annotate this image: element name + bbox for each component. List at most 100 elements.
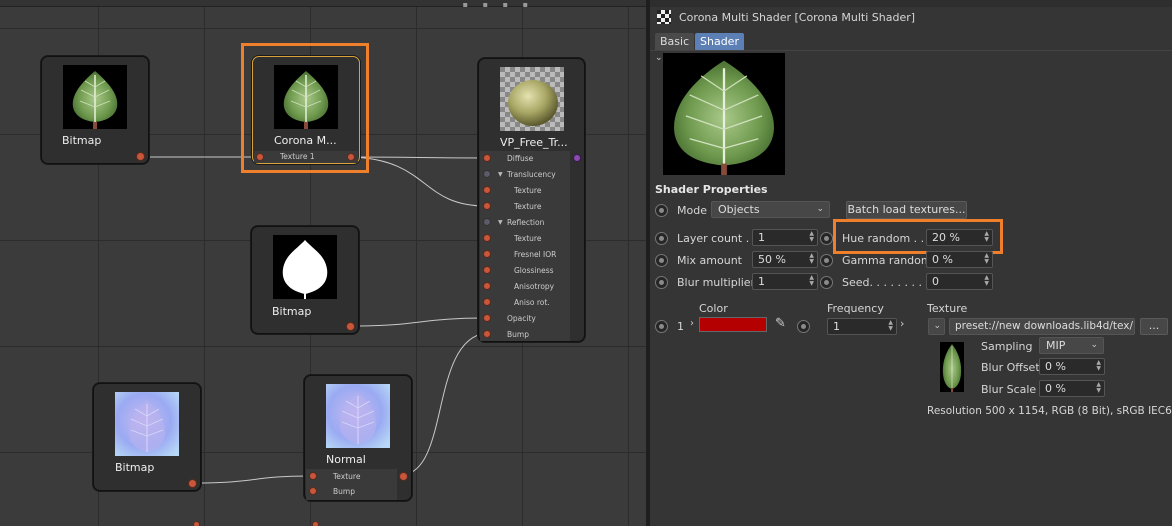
blur-multiplier-keyframe-toggle[interactable] [655, 276, 668, 289]
hue-random-field[interactable]: 20 % ▲ ▼ [926, 229, 993, 246]
collapse-chevron-icon[interactable]: ⌄ [655, 53, 663, 63]
mix-amount-keyframe-toggle[interactable] [655, 254, 668, 267]
color-swatch[interactable] [699, 317, 767, 332]
seed-keyframe-toggle[interactable] [820, 276, 833, 289]
sampling-dropdown[interactable]: MIP ⌄ [1039, 337, 1104, 354]
color-column-label: Color [699, 302, 728, 315]
blur-scale-field[interactable]: 0 % ▲ ▼ [1039, 380, 1105, 397]
port-bump[interactable]: Bump [306, 484, 397, 499]
chevron-down-icon: ⌄ [933, 321, 941, 331]
output-port[interactable] [346, 322, 355, 331]
attribute-panel: Corona Multi Shader [Corona Multi Shader… [650, 0, 1172, 526]
layer-index: 1 [677, 320, 684, 333]
port-anisotropy[interactable]: Anisotropy [480, 279, 570, 295]
port-opacity[interactable]: Opacity [480, 311, 570, 327]
leaf-thumbnail [274, 65, 338, 129]
resolution-info: Resolution 500 x 1154, RGB (8 Bit), sRGB… [927, 405, 1172, 417]
gamma-random-keyframe-toggle[interactable] [820, 254, 833, 267]
texture-column-label: Texture [927, 302, 968, 315]
material-output-port[interactable] [573, 154, 581, 162]
texture-browse-button[interactable]: ... [1140, 318, 1168, 335]
port-reflection-texture[interactable]: Texture [480, 231, 570, 247]
corona-multi-shader-node[interactable]: Corona M... Texture 1 [252, 56, 360, 164]
port-label: Texture 1 [280, 152, 315, 161]
chevron-down-icon: ⌄ [816, 204, 824, 214]
bitmap-node-alpha[interactable]: Bitmap [251, 226, 359, 334]
expand-arrow-icon[interactable]: › [900, 317, 904, 330]
expand-arrow-icon[interactable]: › [690, 318, 694, 329]
partial-port [312, 521, 319, 526]
gamma-random-field[interactable]: 0 % ▲ ▼ [926, 251, 993, 268]
normal-node[interactable]: Normal Texture Bump [304, 375, 412, 501]
section-title: Shader Properties [655, 183, 768, 196]
hue-random-keyframe-toggle[interactable] [820, 232, 833, 245]
blur-multiplier-field[interactable]: 1 ▲ ▼ [752, 273, 818, 290]
output-port[interactable] [347, 153, 355, 161]
sampling-label: Sampling [981, 340, 1033, 353]
output-port[interactable] [188, 479, 197, 488]
mode-dropdown[interactable]: Objects ⌄ [711, 201, 830, 218]
node-title: VP_Free_Tr... [500, 136, 568, 149]
chevron-down-icon: ⌄ [1090, 340, 1098, 350]
bitmap-node-leaf[interactable]: Bitmap [41, 56, 149, 164]
color-keyframe-toggle[interactable] [797, 320, 810, 333]
shader-preview [663, 53, 785, 175]
texture-1-input-port[interactable] [256, 153, 264, 161]
frequency-field[interactable]: 1 ▲ ▼ [827, 318, 897, 335]
normal-map-thumbnail [115, 392, 179, 456]
mix-amount-field[interactable]: 50 % ▲ ▼ [752, 251, 818, 268]
port-translucency-texture-2[interactable]: Texture [480, 199, 570, 215]
bitmap-node-normal[interactable]: Bitmap [93, 383, 201, 491]
batch-load-textures-button[interactable]: Batch load textures... [846, 201, 967, 219]
partial-port [193, 521, 200, 526]
layer-count-label: Layer count . [677, 232, 750, 245]
node-title: Bitmap [115, 461, 155, 474]
material-sphere-thumbnail [499, 67, 564, 131]
blur-scale-label: Blur Scale [981, 383, 1037, 396]
collapse-arrow-icon: ▼ [498, 171, 503, 178]
texture-menu-dropdown[interactable]: ⌄ [928, 318, 945, 335]
port-list: Texture Bump [306, 469, 397, 500]
tab-basic[interactable]: Basic [655, 33, 695, 50]
material-node[interactable]: VP_Free_Tr... Diffuse ▼ Translucency Text… [478, 58, 585, 342]
output-port[interactable] [399, 472, 408, 481]
layer-count-keyframe-toggle[interactable] [655, 232, 668, 245]
leaf-thumbnail [63, 65, 127, 129]
alpha-mask-thumbnail [273, 235, 337, 299]
tab-shader[interactable]: Shader [695, 33, 744, 50]
normal-map-thumbnail [326, 384, 390, 448]
port-translucency-texture-1[interactable]: Texture [480, 183, 570, 199]
port-aniso-rot[interactable]: Aniso rot. [480, 295, 570, 311]
port-translucency[interactable]: ▼ Translucency [480, 167, 570, 183]
node-editor[interactable]: ▪ ▪ ▪ ▪ Bitmap Corona M... Texture 1 VP_… [0, 0, 646, 526]
eyedropper-icon[interactable]: ✎ [775, 316, 786, 331]
mode-keyframe-toggle[interactable] [655, 204, 668, 217]
node-title: Bitmap [272, 305, 312, 318]
checker-icon [657, 10, 671, 24]
output-port[interactable] [136, 152, 145, 161]
blur-offset-field[interactable]: 0 % ▲ ▼ [1039, 358, 1105, 375]
mode-label: Mode [677, 204, 707, 217]
port-bump[interactable]: Bump [480, 327, 570, 343]
port-diffuse[interactable]: Diffuse [480, 151, 570, 167]
texture-thumbnail [940, 342, 964, 392]
collapse-arrow-icon: ▼ [498, 219, 503, 226]
seed-label: Seed. . . . . . . . . [842, 276, 929, 289]
port-texture[interactable]: Texture [306, 469, 397, 484]
layer-count-field[interactable]: 1 ▲ ▼ [752, 229, 818, 246]
port-reflection[interactable]: ▼ Reflection [480, 215, 570, 231]
port-fresnel-ior[interactable]: Fresnel IOR [480, 247, 570, 263]
node-title: Bitmap [62, 134, 102, 147]
blur-multiplier-label: Blur multiplier [677, 276, 756, 289]
gamma-random-label: Gamma random [842, 254, 932, 267]
layer-keyframe-toggle[interactable] [655, 320, 668, 333]
hue-random-label: Hue random . . [842, 232, 925, 245]
port-glossiness[interactable]: Glossiness [480, 263, 570, 279]
node-title: Normal [326, 453, 366, 466]
seed-field[interactable]: 0 ▲ ▼ [926, 273, 993, 290]
texture-path-field[interactable]: preset://new downloads.lib4d/tex/Fr [949, 318, 1135, 335]
blur-offset-label: Blur Offset [981, 361, 1040, 374]
frequency-column-label: Frequency [827, 302, 884, 315]
port-list: Diffuse ▼ Translucency Texture Texture ▼ R… [480, 151, 570, 341]
panel-title: Corona Multi Shader [Corona Multi Shader… [679, 11, 916, 24]
